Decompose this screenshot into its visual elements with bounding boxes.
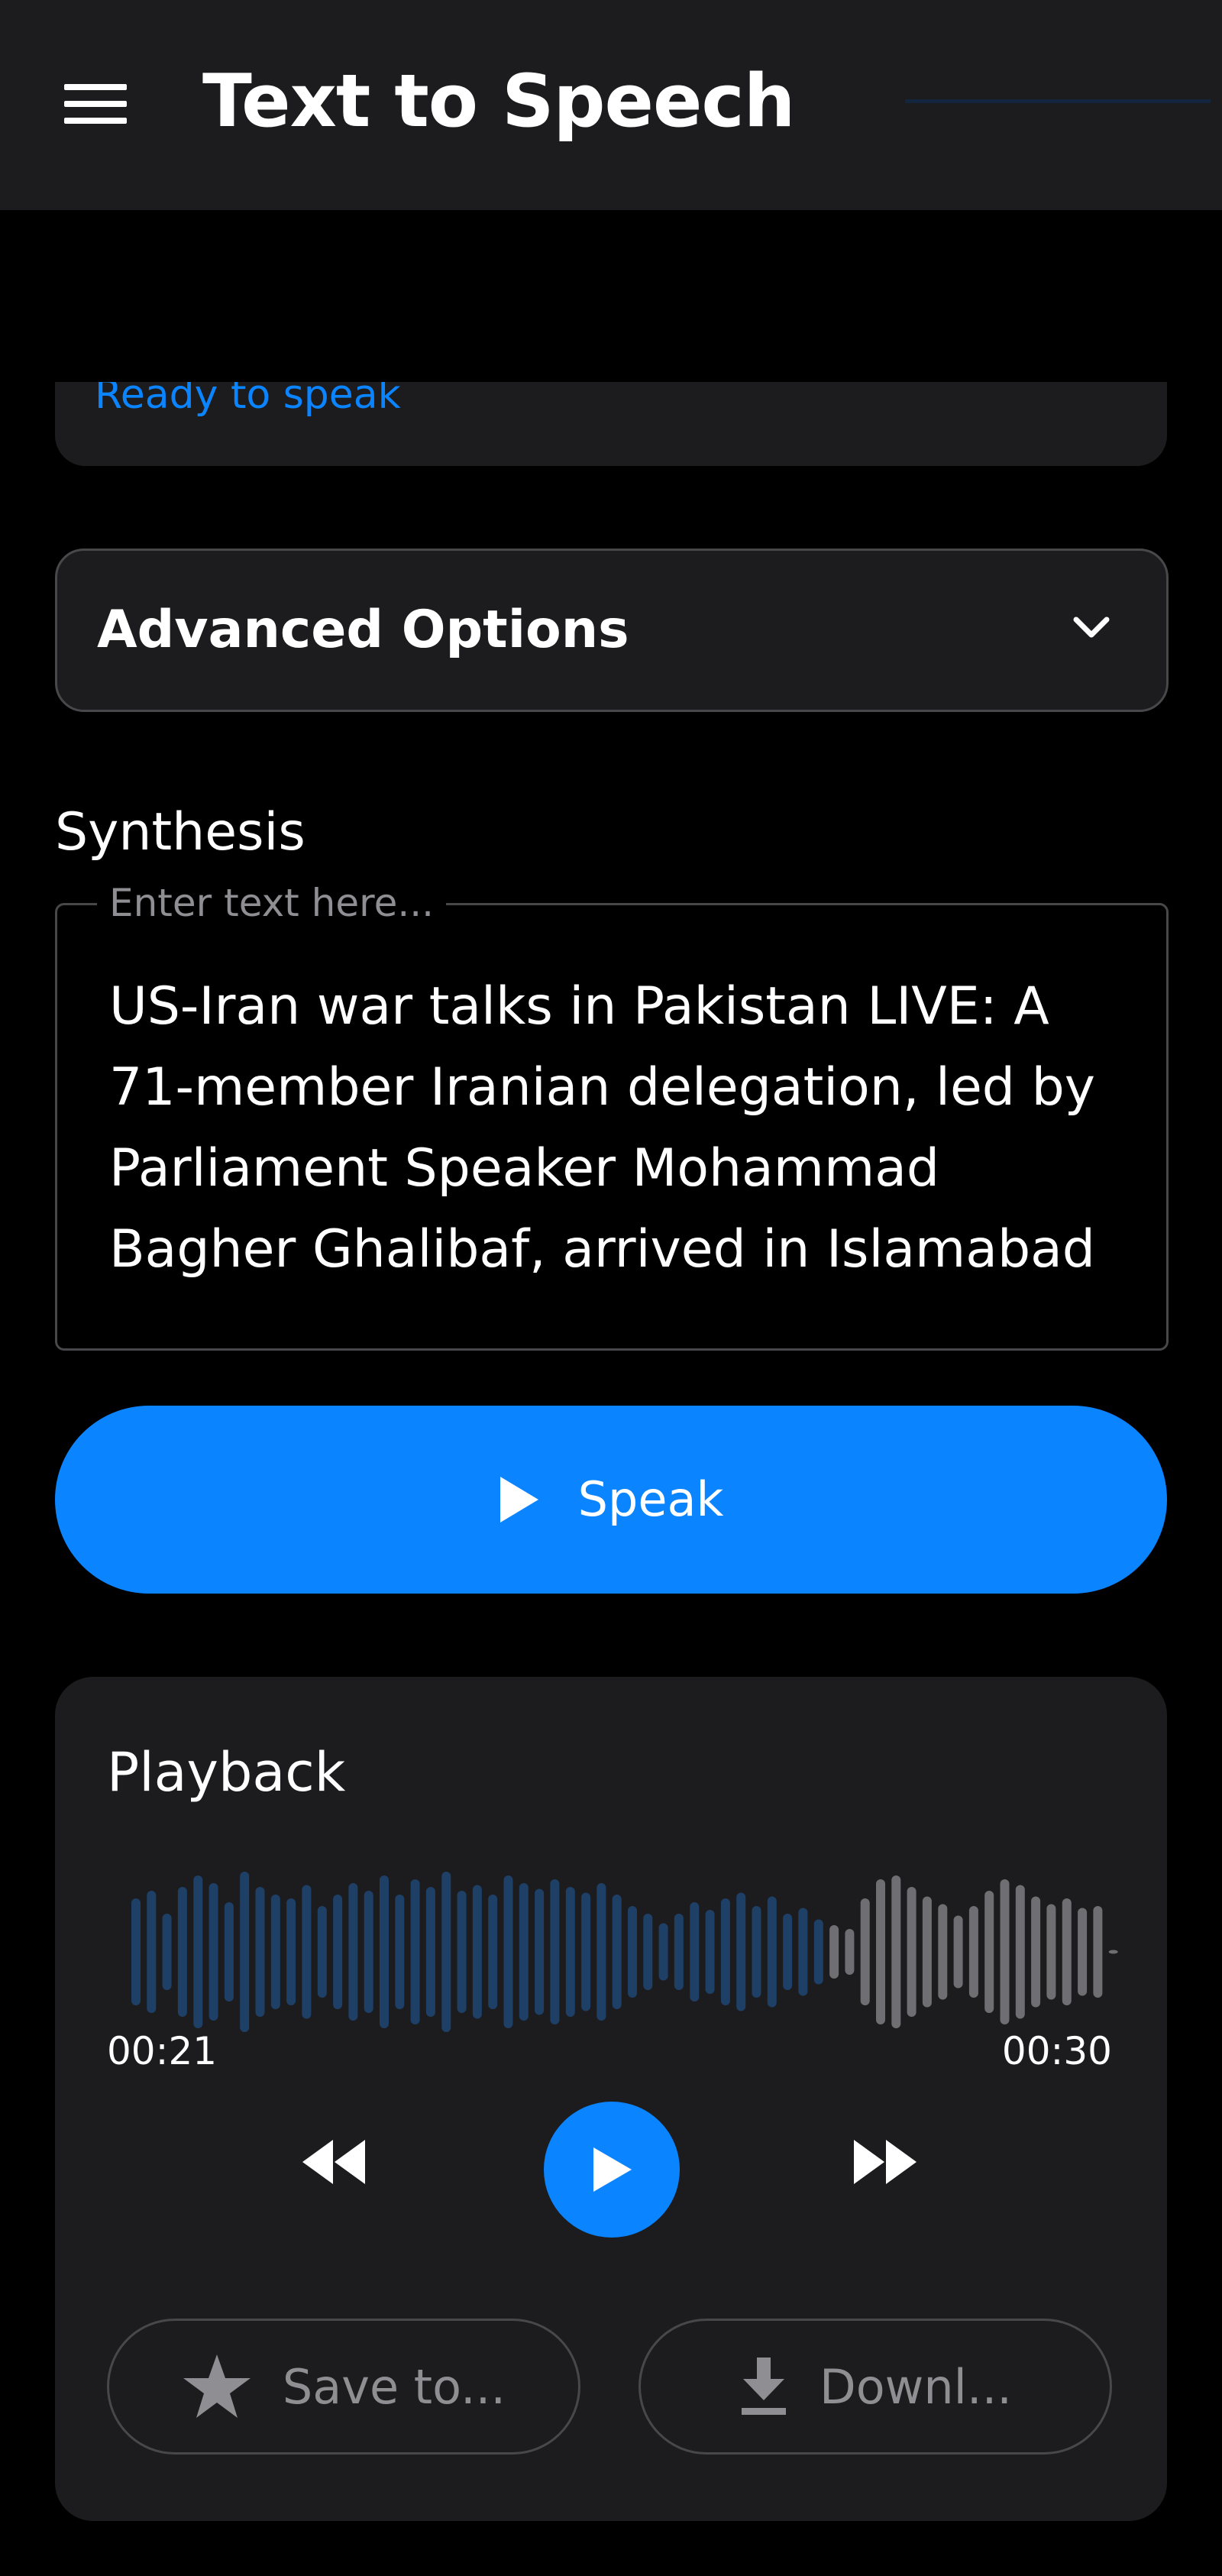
waveform-bar [395,1895,405,2009]
waveform-bar [612,1895,622,2009]
waveform-bar [1000,1879,1010,2024]
play-icon [499,1477,538,1523]
waveform-bar [286,1898,296,2005]
advanced-options-label: Advanced Options [97,600,629,660]
hamburger-menu-icon[interactable] [64,84,127,124]
waveform-bar [1093,1906,1103,1998]
status-text: Ready to speak [95,382,401,418]
waveform-bar [813,1919,823,1985]
audio-waveform[interactable] [131,1860,1124,2044]
waveform-bar [829,1925,839,1979]
download-button[interactable]: Downl... [638,2319,1112,2455]
waveform-bar [767,1896,777,2008]
waveform-bar [736,1892,746,2011]
waveform-bar [628,1906,637,1998]
waveform-bar [348,1883,358,2021]
waveform-bar [891,1875,901,2028]
status-card: Ready to speak [55,382,1167,466]
waveform-bar [410,1879,420,2024]
waveform-bar [658,1923,668,1981]
page-title: Text to Speech [202,60,795,144]
waveform-bar [674,1914,684,1990]
waveform-bar [938,1904,948,2000]
synthesis-text-input[interactable]: Enter text here... US-Iran war talks in … [55,876,1169,1351]
save-to-label: Save to... [282,2358,506,2415]
waveform-bar [550,1879,560,2024]
waveform-bar [147,1891,157,2013]
waveform-bar [209,1883,218,2021]
waveform-bar [425,1887,435,2017]
waveform-bar [845,1929,855,1975]
play-icon [593,2147,632,2192]
waveform-bar [364,1891,373,2013]
waveform-bar [953,1915,963,1989]
total-time: 00:30 [1001,2029,1112,2073]
waveform-bar [1031,1896,1041,2008]
waveform-bar [798,1908,808,1996]
waveform-bar [240,1872,250,2032]
waveform-bar [1108,1950,1118,1954]
waveform-bar [907,1887,916,2017]
playback-title: Playback [107,1741,346,1804]
save-to-button[interactable]: Save to... [107,2319,580,2455]
waveform-bar [131,1898,141,2005]
waveform-bar [535,1888,545,2015]
waveform-bar [193,1875,203,2028]
rewind-icon[interactable] [284,2120,383,2204]
text-input-value[interactable]: US-Iran war talks in Pakistan LIVE: A 71… [109,966,1133,1290]
waveform-bar [519,1883,529,2021]
waveform-bar [705,1910,715,1994]
waveform-bar [224,1902,234,2002]
waveform-bar [317,1906,327,1998]
waveform-bar [270,1895,280,2009]
waveform-bar [333,1895,343,2009]
text-input-placeholder: Enter text here... [97,876,447,930]
download-label: Downl... [819,2358,1013,2415]
waveform-bar [1062,1898,1072,2005]
waveform-bar [472,1885,482,2019]
waveform-bar [488,1895,498,2009]
waveform-bar [752,1906,761,1998]
loading-indicator [905,99,1211,103]
waveform-bar [690,1902,700,2002]
waveform-bar [380,1875,389,2028]
speak-button-label: Speak [577,1471,724,1527]
waveform-bar [596,1883,606,2021]
waveform-bar [783,1914,793,1990]
waveform-bar [876,1879,885,2024]
waveform-bar [302,1885,312,2019]
fast-forward-icon[interactable] [836,2120,935,2204]
speak-button[interactable]: Speak [55,1406,1167,1594]
star-icon [183,2354,251,2418]
current-time: 00:21 [107,2029,218,2073]
waveform-bar [922,1896,932,2008]
waveform-bar [968,1906,978,1998]
playback-card: Playback 00:21 00:30 Save to... Downl... [55,1677,1167,2521]
advanced-options-toggle[interactable]: Advanced Options [55,549,1169,712]
waveform-bar [177,1887,187,2017]
waveform-bar [860,1898,870,2005]
play-pause-button[interactable] [544,2102,680,2238]
waveform-bar [581,1892,591,2011]
waveform-bar [457,1891,467,2013]
waveform-bar [503,1875,513,2028]
waveform-bar [441,1872,451,2032]
synthesis-section-title: Synthesis [55,802,306,862]
app-bar: Text to Speech [0,0,1222,210]
waveform-bar [720,1898,730,2005]
waveform-bar [984,1891,994,2013]
download-icon [741,2358,786,2415]
waveform-bar [1046,1904,1056,2000]
waveform-bar [643,1914,653,1990]
waveform-bar [565,1887,575,2017]
waveform-bar [1015,1885,1025,2019]
waveform-bar [255,1887,265,2017]
chevron-down-icon [1073,616,1110,638]
waveform-bar [162,1914,172,1990]
waveform-bar [1078,1908,1088,1996]
